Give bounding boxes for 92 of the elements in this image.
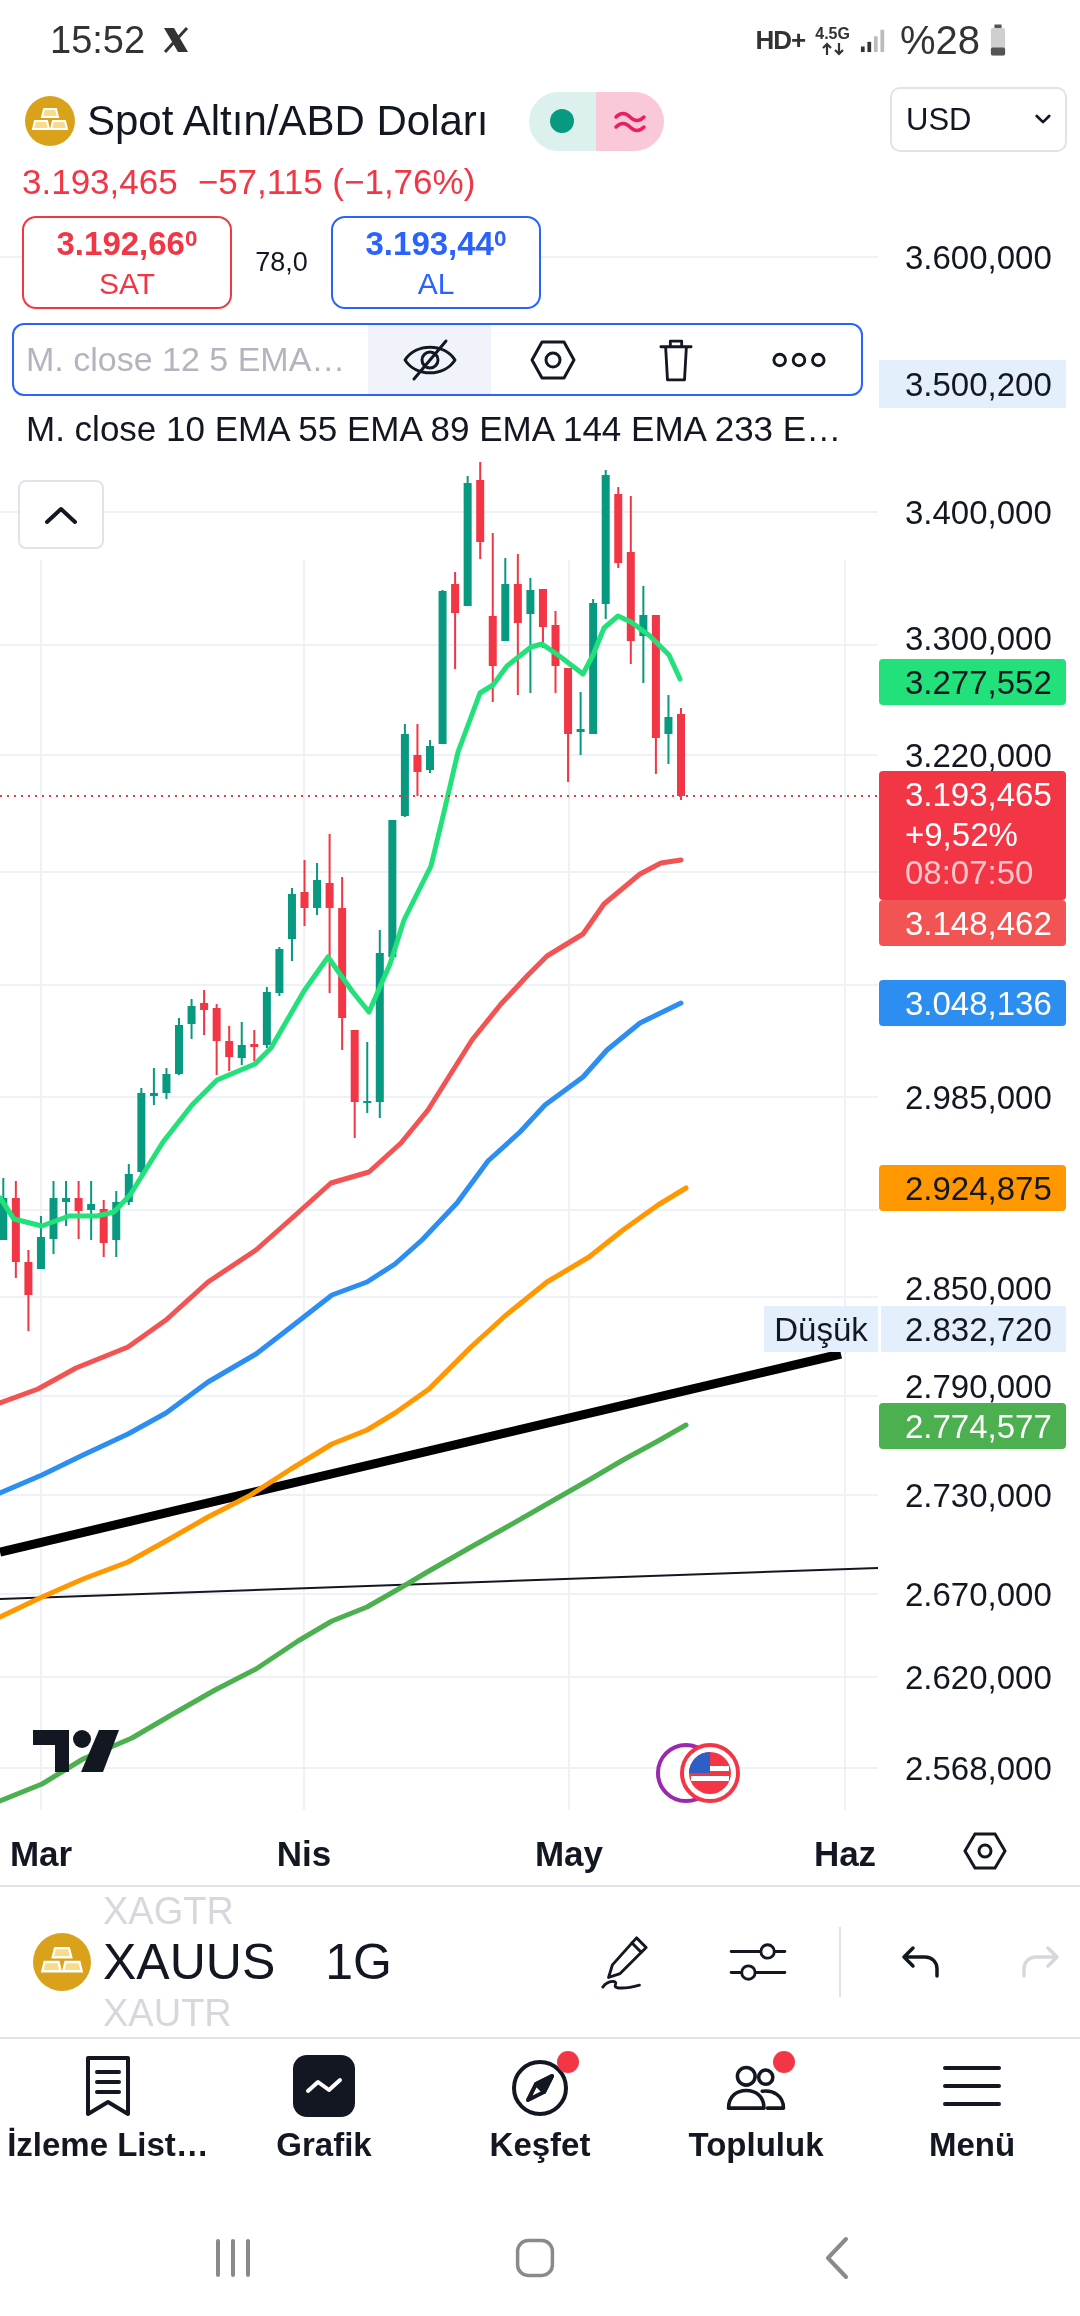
candle [250,1030,259,1061]
currency-dropdown[interactable]: USD [890,87,1067,152]
ingots-icon [25,96,75,146]
collapse-button[interactable] [18,480,104,549]
battery-percent: %28 [899,17,980,63]
candle [200,990,209,1035]
candle [187,999,196,1039]
indicator-name: M. close 12 5 EMA… [25,339,347,380]
settings-icon[interactable] [963,1832,1007,1870]
redo-icon [1020,1944,1060,1980]
candle [576,692,585,755]
battery-icon [990,23,1006,57]
hd-voice-label: HD+ [755,24,806,56]
flag-marker-icon[interactable] [656,1743,740,1803]
nav-tab[interactable]: Topluluk [648,2039,864,2199]
visibility-button[interactable] [368,325,491,394]
back-icon[interactable] [825,2235,849,2280]
nav-tab[interactable]: Grafik [216,2039,432,2199]
price-tag: 2.774,577 [879,1403,1066,1449]
logo-icon [33,1730,119,1772]
price-label: 2.670,000 [905,1575,1052,1613]
nav-tab[interactable]: Keşfet [432,2039,648,2199]
chevron-up-icon [44,504,78,525]
last-price-tag: 3.193,465 +9,52% 08:07:50 [879,771,1066,900]
candle [237,1022,246,1065]
price-tag: 3.048,136 [879,980,1066,1026]
candle [664,695,673,764]
price-label: 3.600,000 [905,238,1052,276]
trend-line[interactable] [0,1349,843,1557]
nav-tab[interactable]: Menü [864,2039,1080,2199]
low-label: Düşük [764,1306,878,1352]
indicator-legend: M. close 10 EMA 55 EMA 89 EMA 144 EMA 233 E… [12,408,842,450]
time-label: Nis [276,1833,332,1873]
high-price-tag: 3.500,200 [879,360,1066,408]
time-label: Mar [9,1833,73,1873]
trend-line[interactable] [0,1567,879,1600]
candle [124,1164,133,1205]
price-label: 2.730,000 [905,1476,1052,1514]
price-change: −57,115 (−1,76%) [197,162,476,202]
candle [426,740,434,773]
candle [0,1178,8,1240]
recent-apps-icon[interactable] [213,2237,253,2278]
candle [413,724,422,796]
low-price-tag: 2.832,720 [881,1306,1066,1352]
price-label: 2.790,000 [905,1367,1052,1405]
more-icon [770,350,827,369]
time-label: Haz [813,1833,877,1873]
candle [275,947,284,996]
price-label: 2.568,000 [905,1749,1052,1787]
price-label: 2.985,000 [905,1078,1052,1116]
ingots-icon [33,1933,91,1991]
sell-button[interactable]: 3.192,66$^{0}$ SAT [22,216,232,309]
candle [74,1181,83,1239]
candle [538,589,547,648]
candle [162,1068,171,1099]
price-label: 2.850,000 [905,1269,1052,1307]
candle [175,1018,183,1075]
signal-icon [859,27,886,53]
symbol-title: Spot Altın/ABD Doları [87,97,489,145]
candle [99,1200,108,1257]
trash-icon [658,337,693,382]
chevron-down-icon [1035,114,1051,125]
symbol-option[interactable]: XAUUS [103,1932,276,1992]
time-label: May [534,1833,604,1873]
price-tag: 2.924,875 [879,1165,1066,1211]
candle [262,987,271,1048]
price-label: 3.220,000 [905,736,1052,774]
price-label: 2.620,000 [905,1658,1052,1696]
interval-button[interactable]: 1G [325,1933,392,1991]
settings-icon [529,339,576,380]
candle [363,1042,372,1113]
clock-time: 15:52 [50,18,146,62]
dot-icon [550,109,575,133]
candle [36,1216,45,1269]
price-tag: 3.148,462 [879,900,1066,946]
price-label: 3.300,000 [905,619,1052,657]
last-price: 3.193,465 [22,162,178,202]
price-tag: 3.277,552 [879,659,1066,705]
candle [87,1181,96,1240]
candle [225,1026,234,1071]
network-type: 4.5G [815,24,850,42]
candle [112,1191,121,1257]
candle [300,860,309,926]
home-icon[interactable] [515,2237,555,2278]
undo-icon [901,1944,941,1980]
candle [313,863,322,915]
candle [149,1068,158,1105]
candle [212,1004,221,1075]
candle [62,1181,71,1226]
price-label: 3.400,000 [905,493,1052,531]
nav-tab[interactable]: İzleme List… [0,2039,216,2199]
buy-button[interactable]: 3.193,44$^{0}$ AL [331,216,541,309]
